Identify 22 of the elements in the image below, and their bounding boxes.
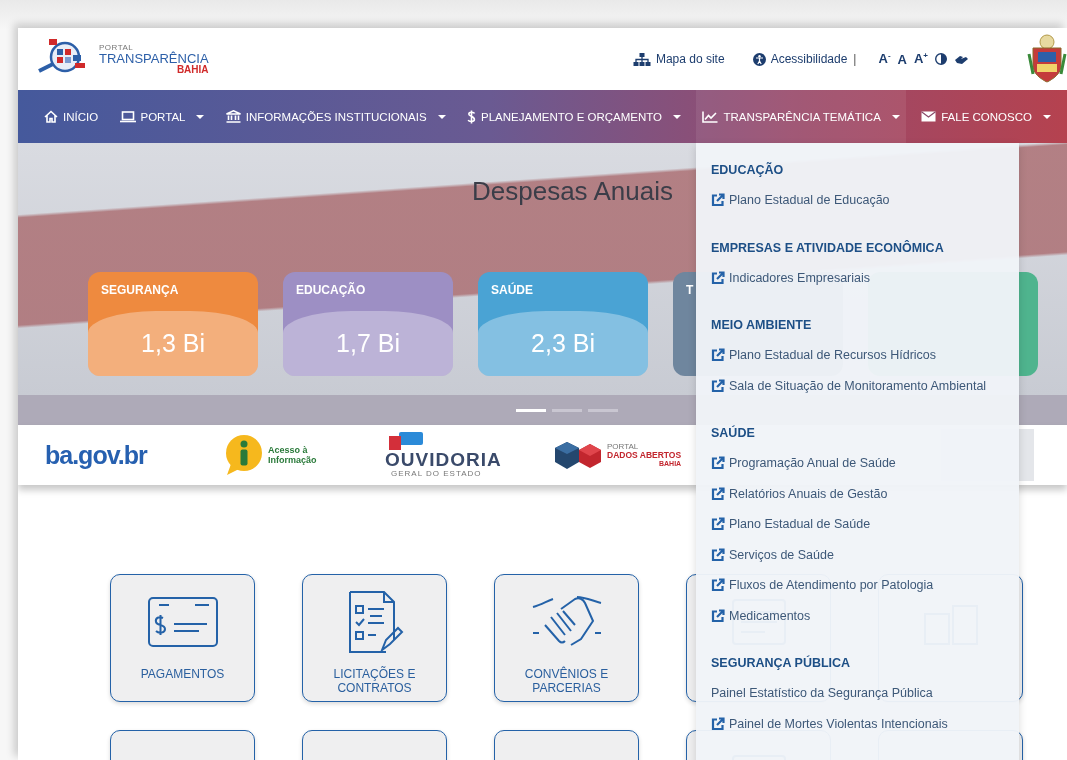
menu-heading: EDUCAÇÃO bbox=[711, 161, 785, 179]
menu-heading: EMPRESAS E ATIVIDADE ECONÔMICA bbox=[711, 239, 945, 257]
card-value: 1,3 Bi bbox=[88, 311, 258, 376]
card-label: SAÚDE bbox=[491, 283, 533, 297]
menu-heading: MEIO AMBIENTE bbox=[711, 317, 813, 334]
partner-subtitle: GERAL DO ESTADO bbox=[391, 469, 482, 478]
menu-heading: SEGURANÇA PÚBLICA bbox=[711, 654, 852, 672]
card-value: 2,3 Bi bbox=[478, 311, 648, 376]
card-value: 1,7 Bi bbox=[283, 311, 453, 376]
logo-title: TRANSPARÊNCIA bbox=[99, 51, 209, 65]
menu-heading: SAÚDE bbox=[711, 424, 756, 442]
logo-caption: PORTAL bbox=[99, 43, 134, 52]
logo-subtitle: BAHIA bbox=[176, 64, 209, 75]
card-label: T bbox=[686, 283, 694, 297]
card-label: SEGURANÇA bbox=[101, 283, 179, 297]
partner-name: Acesso à Informação bbox=[268, 444, 318, 466]
partner-name: OUVIDORIA bbox=[385, 450, 502, 469]
partner-name: DADOS ABERTOS bbox=[607, 451, 682, 460]
partner-caption: PORTAL bbox=[607, 443, 639, 452]
card-label: EDUCAÇÃO bbox=[296, 283, 366, 297]
banner-title: Despesas Anuais bbox=[472, 175, 673, 208]
separator: | bbox=[853, 52, 857, 66]
